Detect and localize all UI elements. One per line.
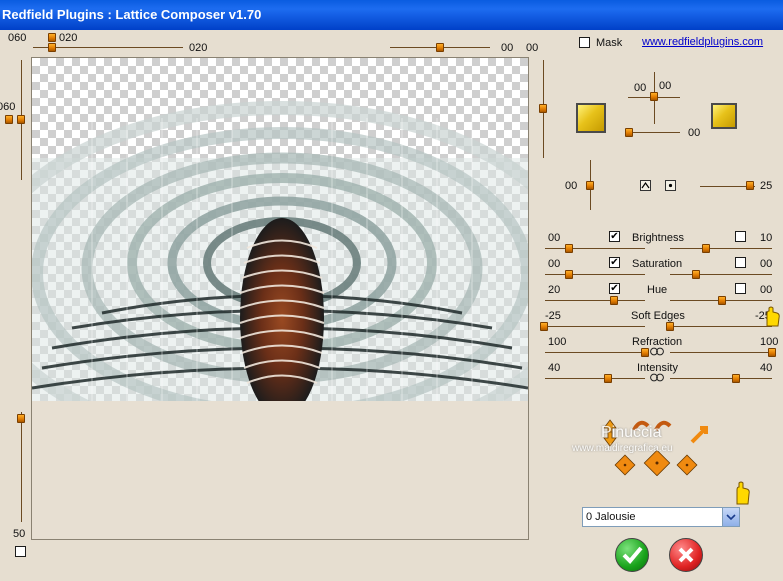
mid-h-thumb[interactable] <box>746 181 754 190</box>
hue-right-checkbox[interactable] <box>735 283 746 294</box>
preset-dropdown[interactable]: 0 Jalousie <box>582 507 740 527</box>
hand-pointer-icon-2 <box>736 481 750 505</box>
brightness-right-value: 10 <box>760 232 773 244</box>
offset-x-value2: 020 <box>189 42 208 54</box>
intensity-right-track <box>670 378 772 379</box>
light-thumb[interactable] <box>650 92 658 101</box>
offset-x-value-label: 020 <box>59 32 78 44</box>
crosshair-icon <box>668 183 673 188</box>
scale-thumb[interactable] <box>17 115 25 124</box>
amount-value: 50 <box>13 528 26 540</box>
link-icon[interactable] <box>650 347 664 356</box>
brightness-left-checkbox[interactable]: ✔ <box>609 231 620 242</box>
preview-pane[interactable] <box>31 57 529 540</box>
amount-track <box>21 412 22 522</box>
refraction-right-value: 100 <box>760 336 779 348</box>
hue-left-value: 20 <box>548 284 561 296</box>
x-icon <box>678 547 694 563</box>
soft-edges-left-thumb[interactable] <box>540 322 548 331</box>
soft-edges-left-track <box>545 326 645 327</box>
light-angle-value: 00 <box>634 82 647 94</box>
mid-v-thumb[interactable] <box>586 181 594 190</box>
window-title: Redfield Plugins : Lattice Composer v1.7… <box>2 7 262 22</box>
offset-y-value2: 00 <box>526 42 539 54</box>
saturation-left-value: 00 <box>548 258 561 270</box>
light-distance-value: 00 <box>688 127 701 139</box>
light-distance-track <box>628 132 680 133</box>
hue-left-checkbox[interactable]: ✔ <box>609 283 620 294</box>
offset-x-thumb[interactable] <box>48 43 56 52</box>
ok-button[interactable] <box>615 538 649 572</box>
saturation-left-track <box>545 274 645 275</box>
color-swatch-left[interactable] <box>576 103 606 133</box>
saturation-label: Saturation <box>632 258 683 270</box>
offset-y-value: 00 <box>501 42 514 54</box>
brightness-right-track <box>670 248 772 249</box>
intensity-right-thumb[interactable] <box>732 374 740 383</box>
preset-selected: 0 Jalousie <box>586 511 636 523</box>
left-vertical-value-label: 060 <box>8 32 27 44</box>
saturation-right-thumb[interactable] <box>692 270 700 279</box>
mask-checkbox[interactable] <box>579 37 590 48</box>
intensity-left-track <box>545 378 645 379</box>
dropdown-arrow-button[interactable] <box>722 508 739 526</box>
watermark-name: Pinuccia <box>601 424 662 441</box>
light-distance-thumb[interactable] <box>625 128 633 137</box>
soft-edges-left-value: -25 <box>545 310 561 322</box>
color-swatch-right[interactable] <box>711 103 737 129</box>
brightness-left-track <box>545 248 645 249</box>
link-icon-2[interactable] <box>650 373 664 382</box>
refraction-right-track <box>670 352 772 353</box>
refraction-left-value: 100 <box>548 336 567 348</box>
offset-x-thumb-top[interactable] <box>48 33 56 42</box>
scale-thumb-left[interactable] <box>5 115 13 124</box>
preview-image <box>32 101 528 401</box>
refraction-left-thumb[interactable] <box>641 348 649 357</box>
brightness-right-thumb[interactable] <box>702 244 710 253</box>
check-icon <box>622 546 643 564</box>
refraction-left-track <box>545 352 645 353</box>
mid-right-value: 25 <box>760 180 773 192</box>
cancel-button[interactable] <box>669 538 703 572</box>
saturation-left-thumb[interactable] <box>565 270 573 279</box>
hand-pointer-icon <box>766 306 780 327</box>
saturation-right-checkbox[interactable] <box>735 257 746 268</box>
mid-left-value: 00 <box>565 180 578 192</box>
chevron-up-icon <box>641 181 650 189</box>
brightness-left-value: 00 <box>548 232 561 244</box>
amount-thumb[interactable] <box>17 414 25 423</box>
brightness-left-thumb[interactable] <box>565 244 573 253</box>
title-bar: Redfield Plugins : Lattice Composer v1.7… <box>0 0 783 30</box>
height-thumb[interactable] <box>539 104 547 113</box>
scale-value-label: 060 <box>0 101 16 113</box>
soft-edges-right-track <box>670 326 772 327</box>
soft-edges-right-thumb[interactable] <box>666 322 674 331</box>
chevron-down-icon <box>726 514 736 521</box>
hue-right-thumb[interactable] <box>718 296 726 305</box>
intensity-right-value: 40 <box>760 362 773 374</box>
resize-arrow-icon <box>690 426 708 444</box>
dice-icons <box>614 449 698 476</box>
website-link[interactable]: www.redfieldplugins.com <box>642 36 763 48</box>
hue-left-thumb[interactable] <box>610 296 618 305</box>
watermark-url: www.maidiregrafica.eu <box>572 443 673 454</box>
lock-checkbox[interactable] <box>15 546 26 557</box>
center-button[interactable] <box>665 180 676 191</box>
hue-right-value: 00 <box>760 284 773 296</box>
intensity-left-value: 40 <box>548 362 561 374</box>
intensity-left-thumb[interactable] <box>604 374 612 383</box>
hue-label: Hue <box>647 284 668 296</box>
move-up-button[interactable] <box>640 180 651 191</box>
saturation-right-value: 00 <box>760 258 773 270</box>
hue-left-track <box>545 300 645 301</box>
light-angle-value2: 00 <box>659 80 672 92</box>
soft-edges-label: Soft Edges <box>631 310 685 322</box>
mask-label: Mask <box>596 37 623 49</box>
brightness-right-checkbox[interactable] <box>735 231 746 242</box>
brightness-label: Brightness <box>632 232 684 244</box>
saturation-right-track <box>670 274 772 275</box>
saturation-left-checkbox[interactable]: ✔ <box>609 257 620 268</box>
refraction-right-thumb[interactable] <box>768 348 776 357</box>
offset-y-thumb[interactable] <box>436 43 444 52</box>
